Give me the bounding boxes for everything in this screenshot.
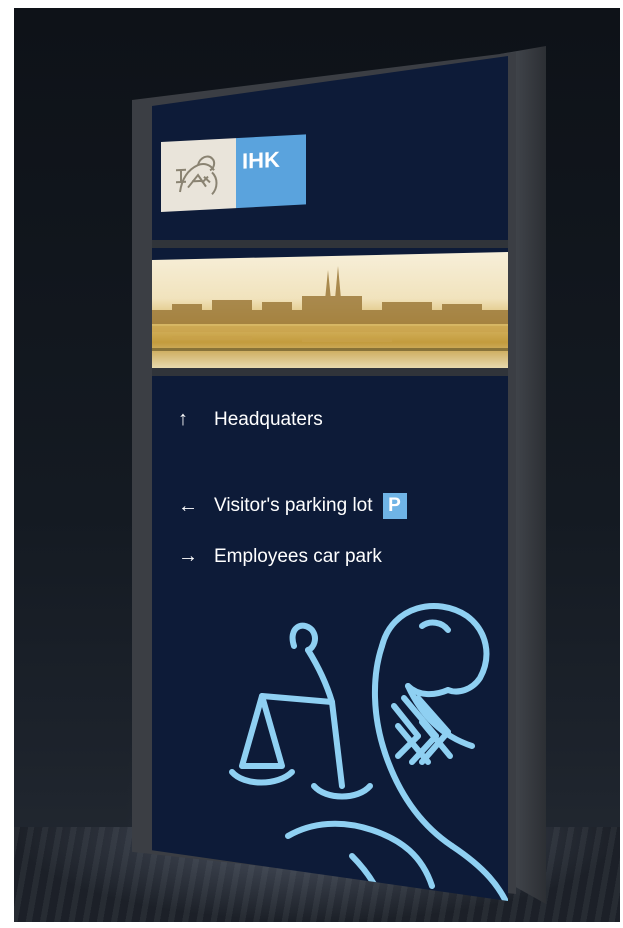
divider-top: [152, 240, 508, 248]
direction-label: Headquaters: [214, 408, 323, 430]
parking-badge: P: [382, 493, 407, 519]
city-skyline-photo: [152, 252, 508, 368]
sign-panel: IHK ↑ Headquaters ← Visitor's parking lo…: [152, 56, 508, 901]
direction-headquarters: ↑ Headquaters: [178, 408, 323, 431]
night-scene: IHK ↑ Headquaters ← Visitor's parking lo…: [14, 8, 620, 922]
ihk-logo: IHK: [161, 134, 306, 212]
direction-visitor-parking: ← Visitor's parking lot P: [178, 493, 407, 519]
direction-label: Employees car park: [214, 545, 382, 567]
arrow-left-icon: ←: [178, 494, 198, 517]
lion-with-scales-icon: [219, 586, 508, 901]
direction-label: Visitor's parking lot: [214, 495, 373, 516]
arrow-right-icon: →: [178, 545, 198, 567]
ihk-lion-emblem-icon: [161, 138, 236, 212]
direction-employees-car-park: → Employees car park: [178, 545, 382, 568]
arrow-up-icon: ↑: [178, 408, 188, 430]
logo-text: IHK: [236, 134, 306, 209]
divider-bottom: [152, 368, 508, 376]
